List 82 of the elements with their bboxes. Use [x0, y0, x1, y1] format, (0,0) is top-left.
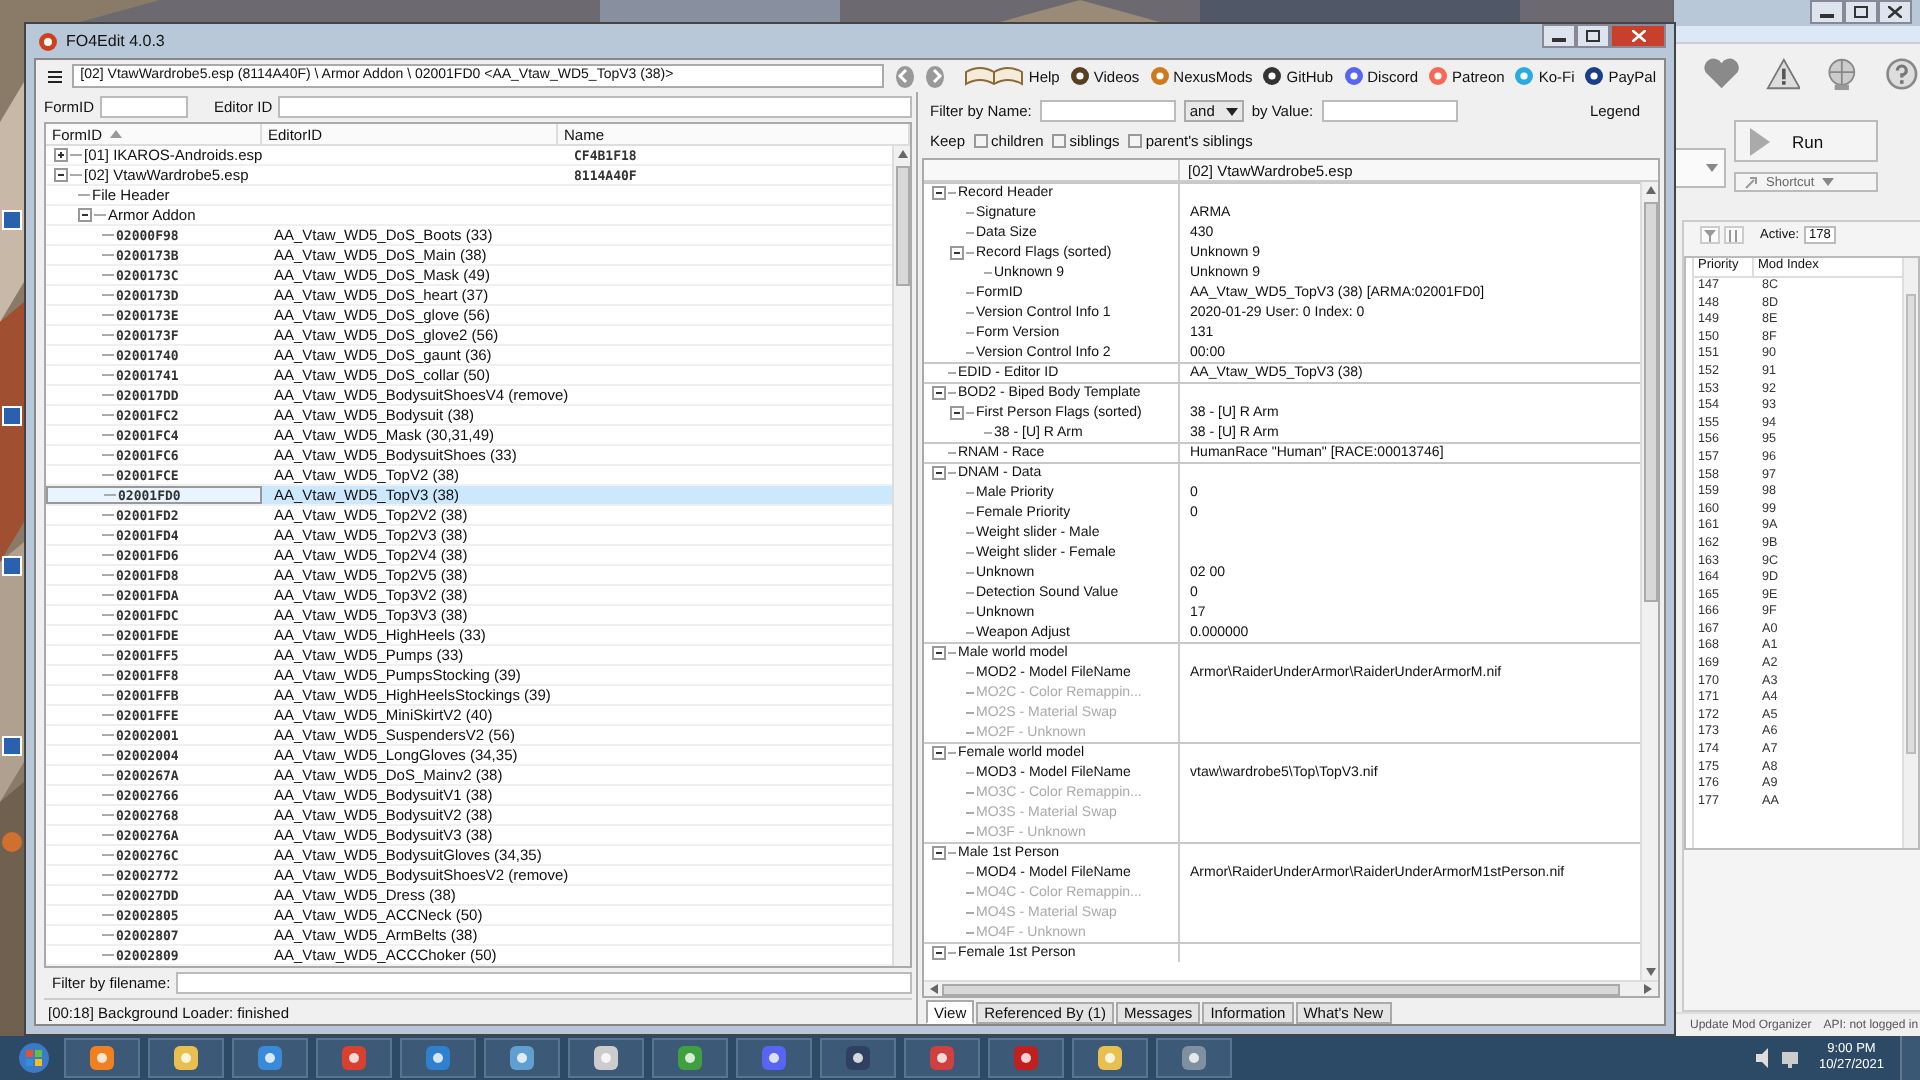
checkbox[interactable] [1127, 133, 1142, 147]
arrow-icon [1744, 175, 1758, 189]
expander-icon[interactable] [932, 466, 946, 480]
expander-icon[interactable] [54, 168, 68, 182]
expander-icon[interactable] [932, 846, 946, 860]
app-icon [38, 31, 58, 51]
expander-icon[interactable] [932, 746, 946, 760]
scroll-up-icon[interactable] [897, 150, 907, 158]
taskbar-button[interactable] [316, 1038, 392, 1078]
scroll-left-icon[interactable] [930, 984, 938, 994]
forward-button[interactable] [926, 65, 945, 87]
checkbox[interactable] [973, 133, 988, 147]
scrollbar[interactable] [1640, 182, 1658, 980]
shortcut-icon[interactable] [2, 736, 22, 756]
taskbar-button[interactable] [64, 1038, 140, 1078]
minimize-button[interactable] [1542, 24, 1576, 48]
forward-icon [927, 68, 944, 84]
executable-dropdown[interactable] [1674, 148, 1726, 188]
warning-icon[interactable] [1765, 54, 1801, 94]
expander-icon[interactable] [54, 148, 68, 162]
close-icon [1888, 6, 1902, 18]
close-icon [1631, 30, 1645, 42]
filename-filter-field[interactable] [176, 972, 912, 994]
maximize-button[interactable] [1844, 0, 1878, 24]
editor-id-field[interactable] [278, 96, 912, 118]
checkbox[interactable] [1051, 133, 1066, 147]
expander-icon[interactable] [950, 245, 964, 259]
form-id-field[interactable] [100, 96, 188, 118]
taskbar-button[interactable] [232, 1038, 308, 1078]
value-filter-field[interactable] [1321, 100, 1458, 122]
maximize-icon [1586, 30, 1600, 42]
window-title: FO4Edit 4.0.3 [66, 32, 165, 50]
filter-button[interactable] [1700, 226, 1720, 244]
shortcut-icon[interactable] [2, 406, 22, 426]
expander-icon[interactable] [950, 405, 964, 419]
sort-icon [110, 130, 122, 138]
menu-icon [47, 69, 62, 83]
expander-icon[interactable] [932, 646, 946, 660]
sort-button[interactable] [1724, 226, 1744, 244]
scrollbar[interactable] [1902, 258, 1918, 848]
taskbar-button[interactable] [148, 1038, 224, 1078]
close-button[interactable] [1878, 0, 1912, 24]
name-filter-field[interactable] [1039, 100, 1176, 122]
taskbar-button[interactable] [1156, 1038, 1232, 1078]
play-icon [1748, 125, 1772, 157]
taskbar-button[interactable] [904, 1038, 980, 1078]
scroll-right-icon[interactable] [1644, 984, 1652, 994]
minimize-button[interactable] [1810, 0, 1844, 24]
shortcut-icon[interactable] [2, 210, 22, 230]
heart-icon[interactable] [1702, 54, 1742, 94]
back-icon [896, 68, 913, 84]
shortcut-icon[interactable] [2, 556, 22, 576]
scroll-down-icon[interactable] [1645, 968, 1655, 976]
taskbar-button[interactable] [988, 1038, 1064, 1078]
network-icon[interactable] [1782, 1048, 1803, 1068]
expander-icon[interactable] [78, 208, 92, 222]
columns-icon [1728, 229, 1740, 241]
caret-icon [1225, 107, 1238, 115]
close-button[interactable] [1610, 24, 1666, 48]
scroll-up-icon[interactable] [1645, 186, 1655, 194]
taskbar-button[interactable] [820, 1038, 896, 1078]
filter-icon [1704, 229, 1716, 241]
taskbar-button[interactable] [484, 1038, 560, 1078]
taskbar-button[interactable] [736, 1038, 812, 1078]
maximize-button[interactable] [1576, 24, 1610, 48]
caret-icon [1706, 164, 1718, 172]
expander-icon[interactable] [932, 186, 946, 200]
book-icon [964, 66, 1025, 86]
caret-icon [1822, 178, 1835, 186]
run-button[interactable]: Run [1734, 120, 1878, 162]
expander-icon[interactable] [932, 946, 946, 960]
taskbar-button[interactable] [1072, 1038, 1148, 1078]
maximize-icon [1854, 6, 1868, 18]
taskbar-button[interactable] [652, 1038, 728, 1078]
taskbar-button[interactable] [568, 1038, 644, 1078]
back-button[interactable] [895, 65, 915, 87]
expander-icon[interactable] [932, 386, 946, 400]
scrollbar[interactable] [924, 980, 1658, 996]
taskbar-button[interactable] [400, 1038, 476, 1078]
help-icon[interactable] [1884, 54, 1920, 94]
circle-icon [1428, 66, 1449, 86]
scrollbar[interactable] [892, 146, 910, 966]
